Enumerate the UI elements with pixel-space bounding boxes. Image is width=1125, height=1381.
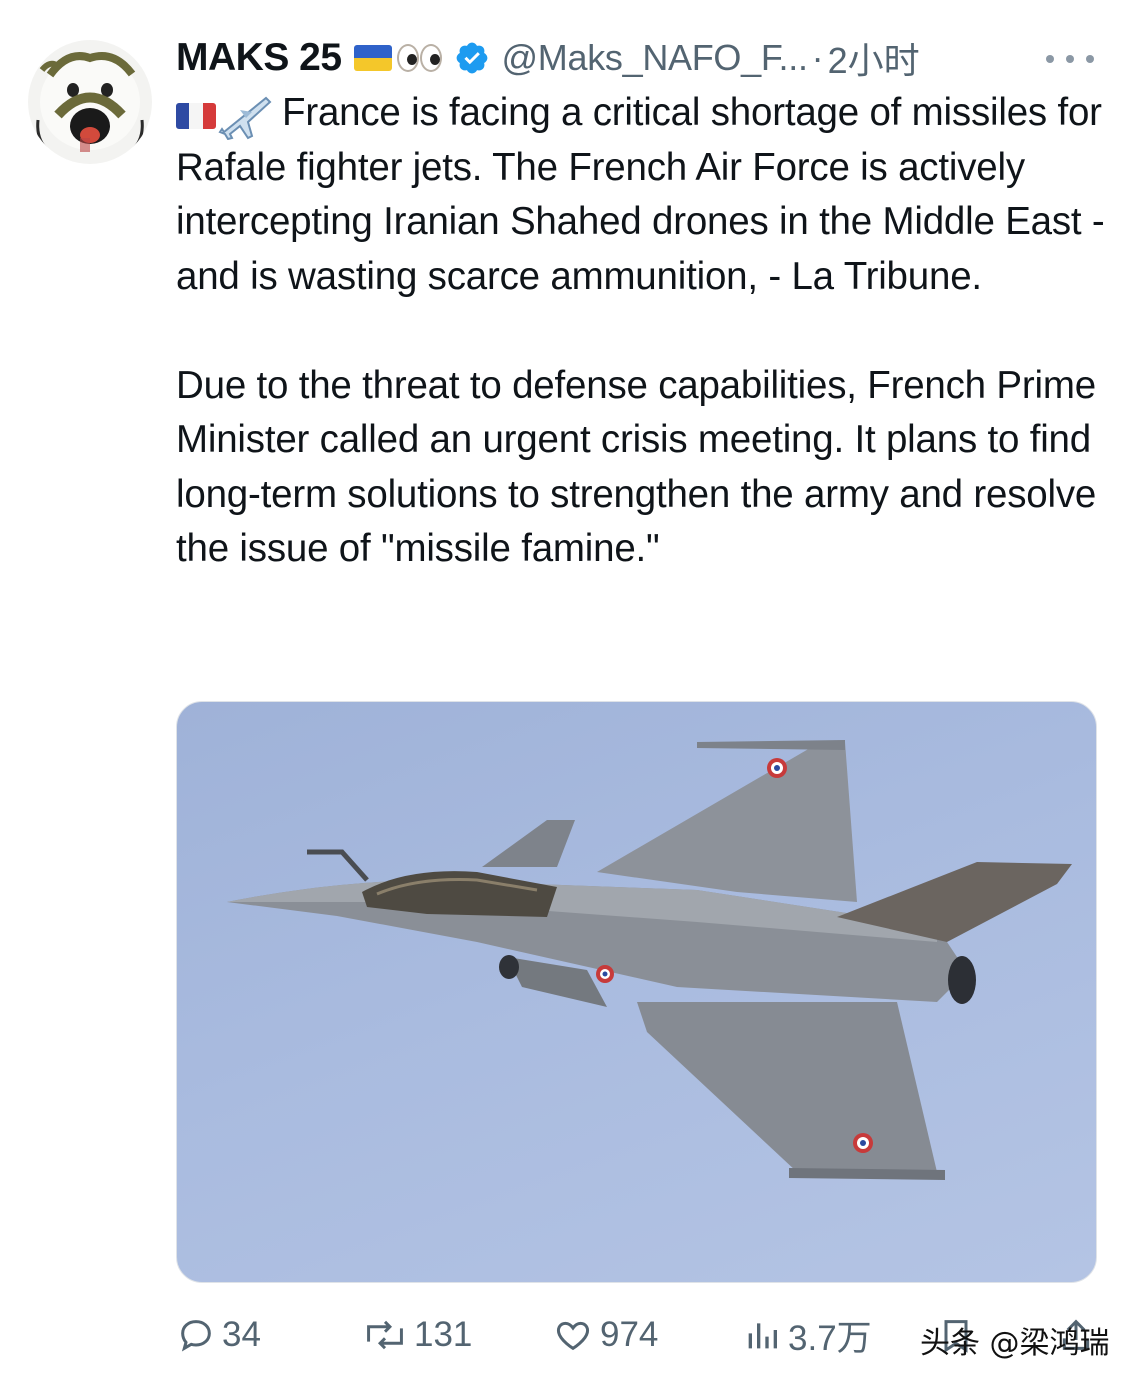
repost-icon xyxy=(367,1320,403,1350)
reply-count: 34 xyxy=(222,1315,261,1354)
heart-icon xyxy=(556,1321,590,1351)
airplane-emoji-icon xyxy=(218,96,272,140)
more-options-icon[interactable] xyxy=(1046,44,1094,74)
watermark: 头条 @梁鸿瑞 xyxy=(920,1326,1110,1361)
tweet-card: MAKS 25 @Maks_NAFO_F... · 2小时 France is … xyxy=(0,0,1125,1381)
repost-count: 131 xyxy=(414,1315,473,1354)
views-button[interactable]: 3.7万 xyxy=(742,1305,872,1365)
display-name[interactable]: MAKS 25 xyxy=(176,36,342,80)
reply-icon xyxy=(181,1320,211,1352)
like-button[interactable]: 974 xyxy=(552,1305,658,1365)
avatar-dog-icon xyxy=(36,52,144,152)
timestamp[interactable]: 2小时 xyxy=(828,32,920,84)
france-flag-icon xyxy=(176,103,216,129)
analytics-icon xyxy=(748,1323,777,1349)
rafale-fighter-jet-photo xyxy=(227,740,1072,1180)
verified-badge-icon xyxy=(456,42,487,74)
tweet-text: France is facing a critical shortage of … xyxy=(176,86,1106,577)
handle[interactable]: @Maks_NAFO_F... xyxy=(502,37,808,79)
tweet-header: MAKS 25 @Maks_NAFO_F... · 2小时 xyxy=(176,34,920,82)
eyes-emoji-icon xyxy=(396,44,442,72)
views-count: 3.7万 xyxy=(788,1318,872,1358)
avatar[interactable] xyxy=(28,40,152,164)
repost-button[interactable]: 131 xyxy=(362,1305,472,1365)
tweet-body-text: France is facing a critical shortage of … xyxy=(176,91,1105,570)
ukraine-flag-icon xyxy=(353,45,392,71)
like-count: 974 xyxy=(600,1315,659,1354)
tweet-media-image[interactable] xyxy=(176,701,1097,1283)
separator: · xyxy=(811,37,824,78)
reply-button[interactable]: 34 xyxy=(176,1305,261,1365)
